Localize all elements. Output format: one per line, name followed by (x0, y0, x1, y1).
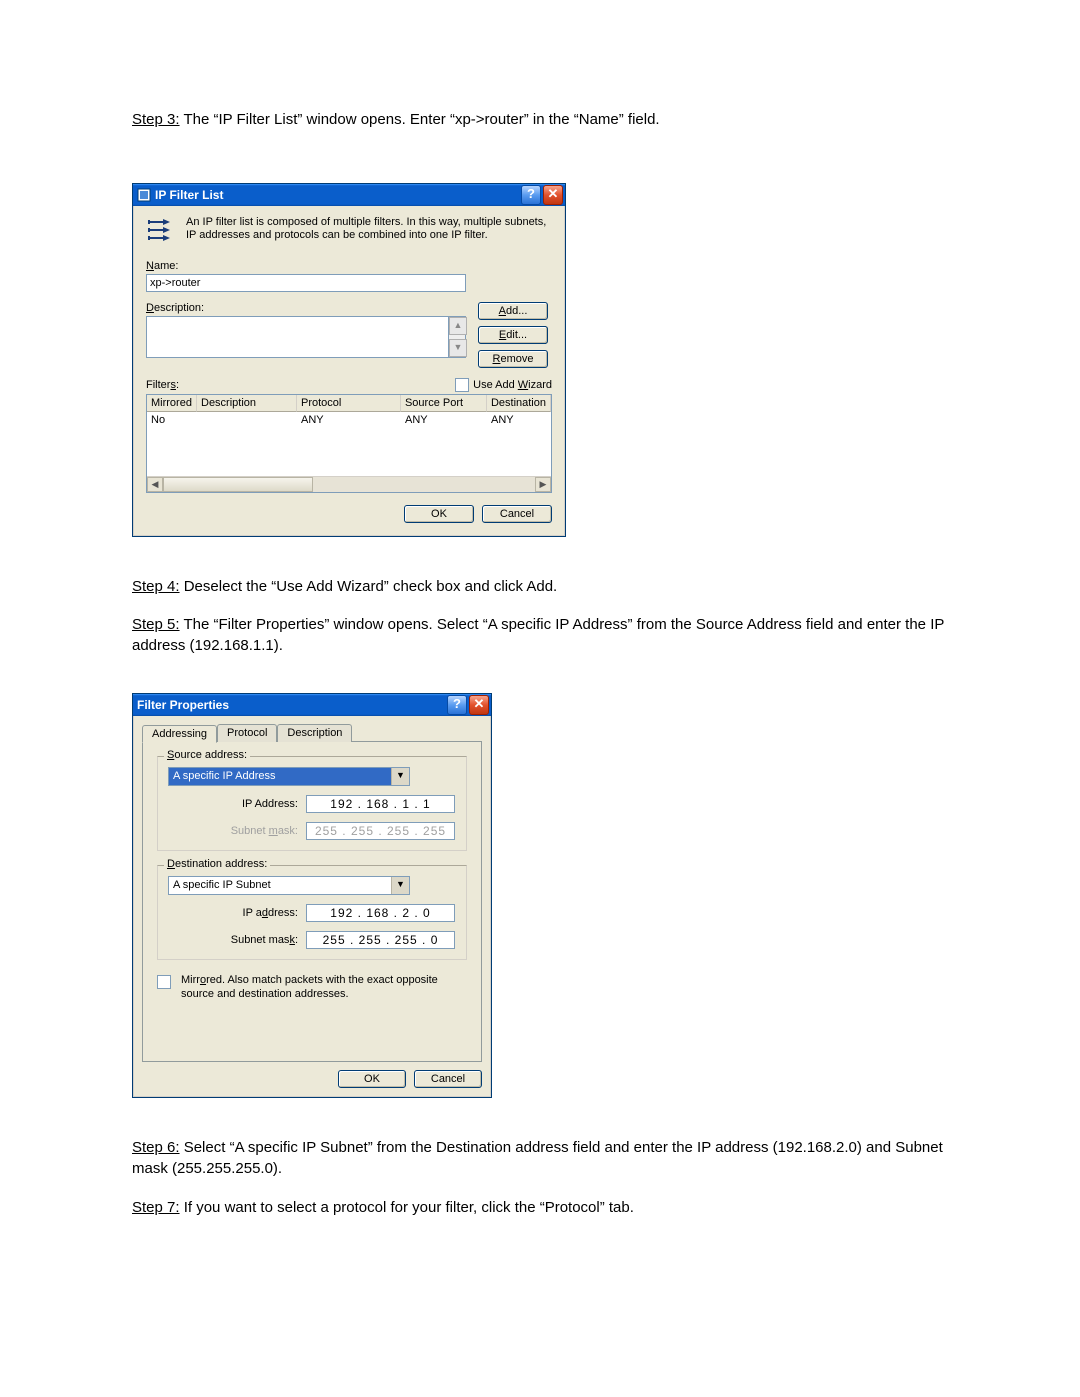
tab-addressing[interactable]: Addressing (142, 725, 217, 743)
chevron-down-icon[interactable]: ▼ (391, 768, 409, 785)
column-header[interactable]: Source Port (401, 395, 487, 412)
step6-text: Select “A specific IP Subnet” from the D… (132, 1139, 943, 1177)
step3-text: The “IP Filter List” window opens. Enter… (180, 111, 660, 128)
tab-description[interactable]: Description (277, 724, 352, 742)
close-button[interactable]: ✕ (543, 185, 563, 205)
filter-properties-window: Filter Properties ? ✕ Addressing Protoco… (132, 693, 492, 1099)
destination-legend: Destination address: (164, 858, 270, 870)
cell: ANY (297, 412, 401, 428)
title-bar[interactable]: Filter Properties ? ✕ (133, 694, 491, 716)
use-add-wizard-checkbox[interactable] (455, 378, 469, 392)
column-header[interactable]: Protocol (297, 395, 401, 412)
step7-label: Step 7: (132, 1199, 180, 1216)
scroll-down-icon[interactable]: ▼ (449, 339, 467, 357)
intro-text: An IP filter list is composed of multipl… (186, 216, 552, 246)
destination-mask-input[interactable]: 255 . 255 . 255 . 0 (306, 931, 455, 949)
source-address-dropdown[interactable]: A specific IP Address ▼ (168, 767, 410, 786)
scroll-thumb[interactable] (163, 477, 313, 492)
step7: Step 7: If you want to select a protocol… (132, 1198, 948, 1219)
tab-protocol[interactable]: Protocol (217, 724, 277, 742)
tabstrip: Addressing Protocol Description (142, 724, 482, 742)
filters-listview[interactable]: Mirrored Description Protocol Source Por… (146, 394, 552, 493)
edit-button[interactable]: Edit... (478, 326, 548, 344)
source-mask-label: Subnet mask: (168, 825, 306, 837)
mirrored-checkbox[interactable] (157, 975, 171, 989)
filters-label: Filters: (146, 379, 179, 391)
scroll-right-icon[interactable]: ▶ (535, 477, 551, 492)
destination-address-groupbox: Destination address: A specific IP Subne… (157, 865, 467, 960)
cancel-button[interactable]: Cancel (482, 505, 552, 523)
close-button[interactable]: ✕ (469, 695, 489, 715)
step3: Step 3: The “IP Filter List” window open… (132, 110, 948, 131)
help-button[interactable]: ? (447, 695, 467, 715)
step4: Step 4: Deselect the “Use Add Wizard” ch… (132, 577, 948, 598)
description-textarea[interactable] (146, 316, 449, 358)
title-bar[interactable]: IP Filter List ? ✕ (133, 184, 565, 206)
cell: ANY (487, 412, 551, 428)
name-label: Name: (146, 260, 466, 272)
column-header[interactable]: Mirrored (147, 395, 197, 412)
ok-button[interactable]: OK (338, 1070, 406, 1088)
name-input[interactable] (146, 274, 466, 292)
use-add-wizard-label: Use Add Wizard (473, 379, 552, 391)
column-header[interactable]: Destination (487, 395, 551, 412)
source-address-groupbox: Source address: A specific IP Address ▼ … (157, 756, 467, 851)
horizontal-scrollbar[interactable]: ◀ ▶ (147, 476, 551, 492)
description-label: Description: (146, 302, 466, 314)
help-button[interactable]: ? (521, 185, 541, 205)
window-title: IP Filter List (155, 188, 521, 202)
dropdown-value: A specific IP Subnet (169, 877, 391, 894)
cell (197, 412, 297, 428)
step4-text: Deselect the “Use Add Wizard” check box … (180, 578, 558, 595)
scroll-left-icon[interactable]: ◀ (147, 477, 163, 492)
step5-text: The “Filter Properties” window opens. Se… (132, 616, 944, 654)
destination-address-dropdown[interactable]: A specific IP Subnet ▼ (168, 876, 410, 895)
scroll-up-icon[interactable]: ▲ (449, 317, 467, 335)
ip-filter-list-window: IP Filter List ? ✕ An IP filt (132, 183, 566, 537)
cancel-button[interactable]: Cancel (414, 1070, 482, 1088)
destination-ip-input[interactable]: 192 . 168 . 2 . 0 (306, 904, 455, 922)
tab-panel: Source address: A specific IP Address ▼ … (142, 741, 482, 1063)
source-legend: Source address: (164, 749, 250, 761)
step5: Step 5: The “Filter Properties” window o… (132, 615, 948, 656)
source-ip-input[interactable]: 192 . 168 . 1 . 1 (306, 795, 455, 813)
ok-button[interactable]: OK (404, 505, 474, 523)
remove-button[interactable]: Remove (478, 350, 548, 368)
step7-text: If you want to select a protocol for you… (180, 1199, 634, 1216)
step6: Step 6: Select “A specific IP Subnet” fr… (132, 1138, 948, 1179)
source-mask-input: 255 . 255 . 255 . 255 (306, 822, 455, 840)
destination-ip-label: IP address: (168, 907, 306, 919)
step5-label: Step 5: (132, 616, 180, 633)
column-header[interactable]: Description (197, 395, 297, 412)
step6-label: Step 6: (132, 1139, 180, 1156)
mirrored-label: Mirrored. Also match packets with the ex… (181, 974, 467, 1002)
source-ip-label: IP Address: (168, 798, 306, 810)
destination-mask-label: Subnet mask: (168, 934, 306, 946)
filter-list-icon (146, 216, 176, 246)
cell: No (147, 412, 197, 428)
add-button[interactable]: Add... (478, 302, 548, 320)
step4-label: Step 4: (132, 578, 180, 595)
dropdown-value: A specific IP Address (169, 768, 391, 785)
window-title: Filter Properties (137, 698, 447, 712)
step3-label: Step 3: (132, 111, 180, 128)
cell: ANY (401, 412, 487, 428)
table-row[interactable]: No ANY ANY ANY (147, 412, 551, 428)
mirrored-row: Mirrored. Also match packets with the ex… (157, 974, 467, 1002)
window-icon (137, 188, 151, 202)
chevron-down-icon[interactable]: ▼ (391, 877, 409, 894)
